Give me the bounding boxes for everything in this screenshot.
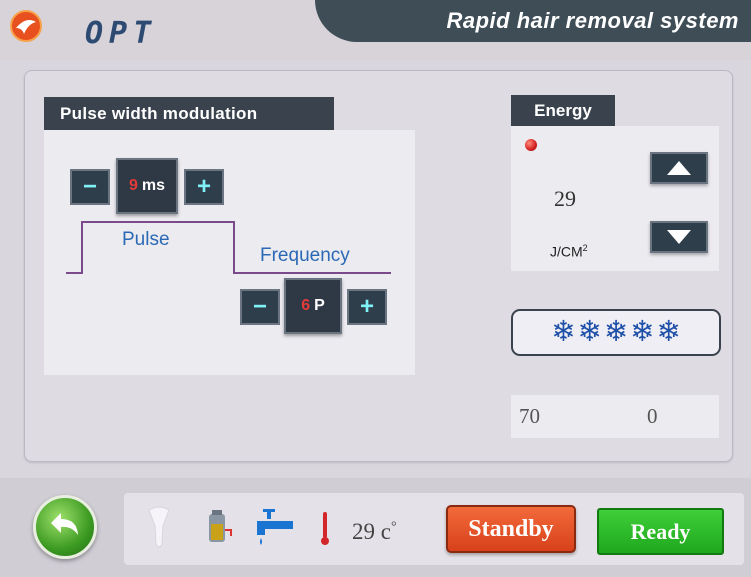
- brand-name: OPT: [85, 16, 158, 51]
- cooling-level-button[interactable]: ❄ ❄ ❄ ❄ ❄: [511, 309, 721, 356]
- system-title: Rapid hair removal system: [446, 8, 739, 33]
- frequency-value: 6: [301, 297, 311, 314]
- indicator-dot-icon: [525, 139, 537, 151]
- total-counter: 0: [647, 404, 658, 428]
- frequency-unit: P: [314, 297, 325, 314]
- energy-header: Energy: [511, 95, 615, 126]
- counter-panel: 70 0: [511, 395, 719, 438]
- standby-button[interactable]: Standby: [446, 505, 576, 553]
- snowflake-icon: ❄: [577, 316, 602, 348]
- snowflake-icon: ❄: [551, 316, 576, 348]
- temperature-reading: 29 c°: [352, 519, 397, 544]
- handpiece-icon: [146, 504, 172, 557]
- water-tap-icon: [253, 507, 299, 552]
- snowflake-icon: ❄: [656, 316, 681, 348]
- pulse-width-header: Pulse width modulation: [44, 97, 334, 130]
- energy-unit: J/CM2: [550, 243, 588, 260]
- pulse-waveform: [66, 221, 391, 274]
- frequency-label: Frequency: [260, 245, 350, 266]
- thermometer-icon: [318, 510, 332, 551]
- snowflake-icon: ❄: [603, 316, 629, 348]
- arrow-down-icon: [667, 230, 691, 244]
- arrow-up-icon: [667, 161, 691, 175]
- pulse-label: Pulse: [122, 229, 170, 250]
- energy-increase-button[interactable]: [650, 152, 708, 184]
- energy-value: 29: [554, 186, 576, 211]
- logo-icon: [10, 10, 42, 42]
- ready-button[interactable]: Ready: [597, 508, 724, 555]
- frequency-increase-button[interactable]: +: [347, 289, 387, 325]
- back-button[interactable]: [33, 495, 97, 559]
- snowflake-icon: ❄: [630, 316, 655, 348]
- frequency-display: 6 P: [284, 278, 342, 334]
- title-tab: Rapid hair removal system: [315, 0, 751, 42]
- frequency-decrease-button[interactable]: −: [240, 289, 280, 325]
- energy-decrease-button[interactable]: [650, 221, 708, 253]
- shot-counter: 70: [519, 404, 540, 428]
- water-tank-icon: [205, 508, 233, 549]
- back-arrow-icon: [51, 513, 78, 535]
